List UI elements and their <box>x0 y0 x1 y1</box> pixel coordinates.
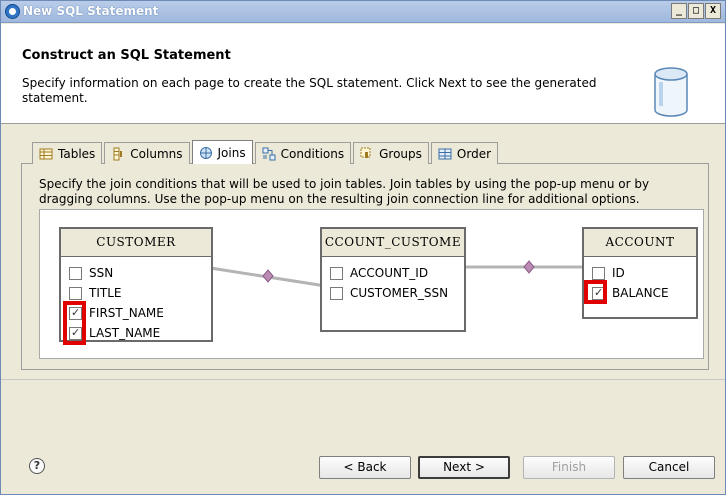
page-title: Construct an SQL Statement <box>22 48 231 63</box>
tab-bar: Tables Columns Joins Conditions Groups O… <box>32 140 500 165</box>
column-checkbox[interactable] <box>69 286 82 300</box>
finish-button[interactable]: Finish <box>523 456 615 479</box>
tab-columns[interactable]: Columns <box>104 142 190 164</box>
maximize-button[interactable]: □ <box>688 3 704 19</box>
tab-groups[interactable]: Groups <box>353 142 429 164</box>
column-row[interactable]: ACCOUNT_ID <box>322 263 464 283</box>
column-row[interactable]: SSN <box>61 263 211 283</box>
conditions-icon <box>262 147 276 160</box>
column-name: FIRST_NAME <box>89 306 164 320</box>
wizard-header: Construct an SQL Statement Specify infor… <box>1 24 725 124</box>
cancel-button[interactable]: Cancel <box>623 456 715 479</box>
tab-label: Order <box>456 146 492 161</box>
join-marker-icon <box>523 260 535 274</box>
column-name: ACCOUNT_ID <box>350 266 429 280</box>
close-button[interactable]: X <box>705 3 721 19</box>
tab-label: Conditions <box>280 146 345 161</box>
tab-joins[interactable]: Joins <box>191 140 253 164</box>
columns-icon <box>113 147 123 160</box>
joins-icon <box>199 146 212 159</box>
back-button[interactable]: < Back <box>319 456 411 479</box>
window-controls: _ □ X <box>671 3 721 19</box>
table-account-customer[interactable]: CCOUNT_CUSTOME ACCOUNT_ID CUSTOMER_SSN <box>320 227 466 332</box>
new-sql-statement-dialog: New SQL Statement _ □ X Construct an SQL… <box>0 0 726 495</box>
tab-label: Columns <box>130 146 183 161</box>
order-icon <box>438 148 452 159</box>
table-icon <box>39 148 53 159</box>
minimize-button[interactable]: _ <box>671 3 687 19</box>
groups-icon <box>360 147 371 158</box>
separator <box>1 379 725 380</box>
highlight-box <box>63 301 86 345</box>
column-name: TITLE <box>89 286 122 300</box>
page-description: Specify information on each page to crea… <box>22 76 597 105</box>
column-checkbox[interactable] <box>69 266 82 280</box>
join-marker-icon <box>262 269 274 283</box>
column-checkbox[interactable] <box>330 286 343 300</box>
tab-label: Tables <box>58 146 96 161</box>
tab-order[interactable]: Order <box>430 142 499 164</box>
database-cylinder-icon <box>654 67 688 117</box>
tab-label: Joins <box>217 145 246 160</box>
table-name: CCOUNT_CUSTOME <box>322 229 464 257</box>
window-title: New SQL Statement <box>23 4 159 18</box>
column-checkbox[interactable] <box>330 266 343 280</box>
column-name: SSN <box>89 266 114 280</box>
column-name: BALANCE <box>612 286 669 300</box>
column-name: LAST_NAME <box>89 326 161 340</box>
next-button[interactable]: Next > <box>418 456 510 479</box>
table-account[interactable]: ACCOUNT ID BALANCE <box>582 227 698 319</box>
table-name: CUSTOMER <box>61 229 211 257</box>
column-name: CUSTOMER_SSN <box>350 286 449 300</box>
column-row[interactable]: TITLE <box>61 283 211 303</box>
tab-tables[interactable]: Tables <box>32 142 103 164</box>
joins-instructions: Specify the join conditions that will be… <box>39 177 650 206</box>
title-bar[interactable]: New SQL Statement _ □ X <box>1 1 725 23</box>
help-icon[interactable]: ? <box>29 458 45 474</box>
tab-conditions[interactable]: Conditions <box>254 142 352 164</box>
tab-label: Groups <box>379 146 422 161</box>
highlight-box <box>584 280 607 304</box>
column-name: ID <box>612 266 625 280</box>
app-icon <box>5 4 20 19</box>
column-checkbox[interactable] <box>592 266 605 280</box>
table-name: ACCOUNT <box>584 229 696 257</box>
column-row[interactable]: CUSTOMER_SSN <box>322 283 464 303</box>
join-canvas[interactable]: CUSTOMER SSN TITLE FIRST_NAME LAST_NAME <box>39 209 704 359</box>
table-customer[interactable]: CUSTOMER SSN TITLE FIRST_NAME LAST_NAME <box>59 227 213 345</box>
